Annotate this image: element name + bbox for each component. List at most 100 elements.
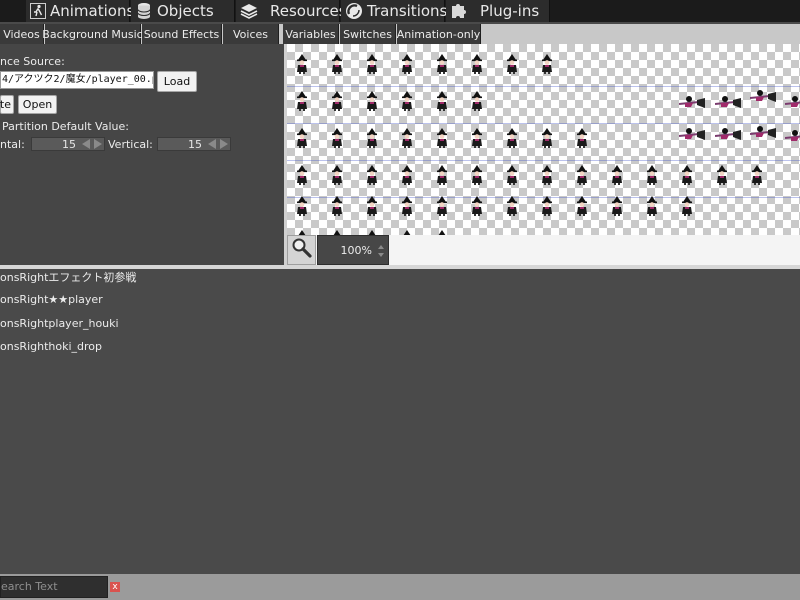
sprite-frame: [610, 165, 624, 185]
sprite-frame: [645, 165, 659, 185]
tab-transitions-label: Transitions: [367, 2, 448, 20]
sprite-frame: [575, 128, 589, 148]
sprite-frame: [714, 94, 741, 110]
sprite-frame: [400, 196, 414, 216]
database-icon: [135, 2, 153, 20]
sprite-frame: [645, 196, 659, 216]
sprite-frame: [435, 128, 449, 148]
search-input[interactable]: earch Text: [0, 576, 108, 598]
horizontal-spinner[interactable]: 15: [31, 137, 105, 151]
sprite-frame: [295, 128, 309, 148]
sprite-frame: [540, 128, 554, 148]
sprite-frame: [750, 165, 764, 185]
running-figure-icon: [30, 2, 46, 20]
zoom-level-value: 100%: [340, 244, 372, 257]
sprite-frame: [330, 128, 344, 148]
sprite-frame: [575, 196, 589, 216]
tab-plug-ins-label: Plug-ins: [480, 2, 540, 20]
sprite-frame: [435, 165, 449, 185]
sprite-frame: [470, 54, 484, 74]
delete-button[interactable]: te: [0, 95, 14, 114]
horizontal-value: 15: [62, 138, 76, 151]
sprite-frame: [435, 196, 449, 216]
animation-list: [0, 269, 800, 573]
tab-objects-label: Objects: [157, 2, 214, 20]
sprite-frame: [749, 124, 776, 140]
magnifier-icon: [291, 237, 313, 263]
sprite-frame: [295, 165, 309, 185]
sprite-frame: [400, 165, 414, 185]
partition-gridline: [287, 86, 800, 87]
list-item[interactable]: onsRightエフェクト初参戦: [0, 269, 136, 285]
zoom-button[interactable]: [287, 235, 316, 265]
sprite-frame: [470, 128, 484, 148]
sprite-sheet-preview[interactable]: [287, 44, 800, 235]
sprite-frame: [330, 54, 344, 74]
layers-icon: [240, 2, 258, 20]
list-item[interactable]: onsRight★★player: [0, 293, 103, 306]
status-bar: [0, 574, 800, 600]
sprite-frame: [365, 91, 379, 111]
main-tab-bar: Animations Objects Resources Transitions…: [0, 0, 800, 22]
sprite-frame: [330, 196, 344, 216]
zoom-down-icon[interactable]: [378, 253, 384, 257]
sprite-frame: [505, 128, 519, 148]
partition-gridline: [287, 160, 800, 161]
horizontal-label: ntal:: [0, 138, 25, 151]
zoom-up-icon[interactable]: [378, 245, 384, 249]
load-button[interactable]: Load: [157, 71, 197, 92]
arrow-left-icon[interactable]: [208, 139, 216, 149]
subtab-switches[interactable]: Switches: [340, 24, 396, 44]
source-label: nce Source:: [0, 55, 65, 68]
puzzle-icon: [450, 2, 468, 20]
subtab-voices[interactable]: Voices: [223, 24, 279, 44]
partition-gridline: [287, 123, 800, 124]
sprite-frame: [400, 128, 414, 148]
tab-objects[interactable]: Objects: [131, 0, 235, 22]
tab-animations-label: Animations: [50, 2, 135, 20]
sprite-frame: [714, 126, 741, 142]
sprite-frame: [365, 196, 379, 216]
subtab-sound-effects[interactable]: Sound Effects: [142, 24, 222, 44]
tab-resources[interactable]: Resources: [236, 0, 347, 22]
arrow-right-icon[interactable]: [94, 139, 102, 149]
sprite-frame: [540, 165, 554, 185]
tab-transitions[interactable]: Transitions: [341, 0, 448, 22]
list-item[interactable]: onsRighthoki_drop: [0, 340, 102, 353]
sprite-frame: [365, 165, 379, 185]
subtab-background-music[interactable]: Background Music: [42, 24, 143, 44]
subtab-variables[interactable]: Variables: [283, 24, 339, 44]
sprite-frame: [784, 94, 800, 110]
sprite-frame: [400, 54, 414, 74]
file-path-field[interactable]: 4/アクツク2/魔女/player_00.png: [0, 71, 154, 89]
subtab-animation-only[interactable]: Animation-only: [397, 24, 481, 44]
sprite-frame: [470, 196, 484, 216]
vertical-spinner[interactable]: 15: [157, 137, 231, 151]
open-button[interactable]: Open: [18, 95, 57, 114]
zoom-level-field[interactable]: 100%: [317, 235, 389, 265]
arrow-right-icon[interactable]: [220, 139, 228, 149]
sprite-frame: [435, 91, 449, 111]
tab-plug-ins[interactable]: Plug-ins: [446, 0, 550, 22]
sprite-frame: [540, 196, 554, 216]
sprite-frame: [295, 91, 309, 111]
sprite-frame: [575, 165, 589, 185]
sprite-frame: [715, 165, 729, 185]
tab-animations[interactable]: Animations: [26, 0, 134, 22]
tab-resources-label: Resources: [270, 2, 347, 20]
subtab-videos[interactable]: Videos: [0, 24, 44, 44]
sprite-frame: [365, 128, 379, 148]
list-item[interactable]: onsRightplayer_houki: [0, 317, 119, 330]
sprite-frame: [749, 88, 776, 104]
sprite-frame: [295, 196, 309, 216]
arrow-left-icon[interactable]: [82, 139, 90, 149]
sprite-frame: [680, 196, 694, 216]
sprite-frame: [470, 165, 484, 185]
clear-search-button[interactable]: x: [110, 582, 120, 592]
sprite-frame: [678, 126, 705, 142]
vertical-value: 15: [188, 138, 202, 151]
sprite-frame: [540, 54, 554, 74]
sprite-frame: [435, 54, 449, 74]
sprite-frame: [365, 54, 379, 74]
sprite-frame: [470, 91, 484, 111]
